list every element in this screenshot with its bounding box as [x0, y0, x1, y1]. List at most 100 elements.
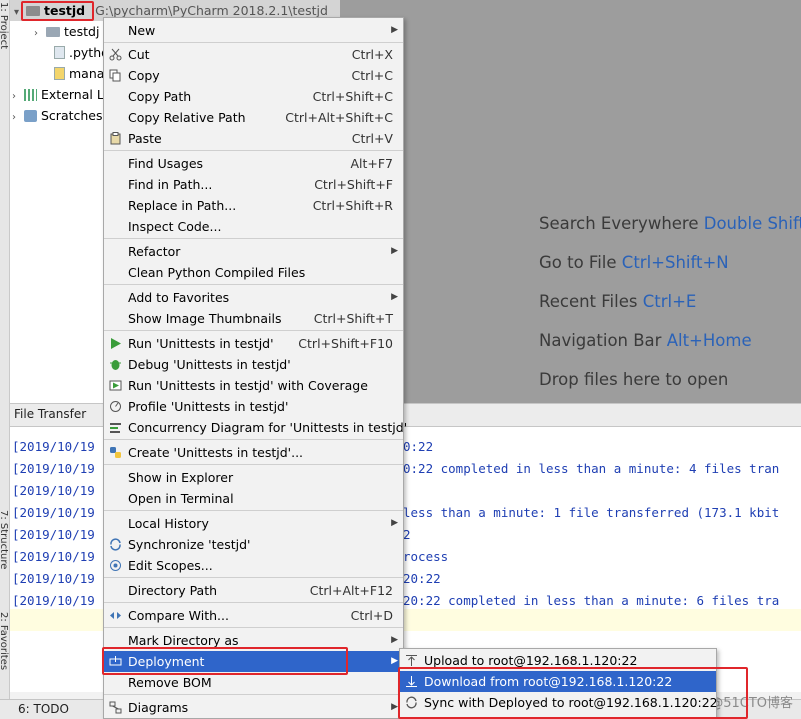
debug-icon: [110, 360, 121, 370]
scissors-icon: [109, 48, 122, 61]
menu-item-profile-unittests[interactable]: Profile 'Unittests in testjd': [104, 396, 403, 417]
structure-side-tab[interactable]: 7: Structure: [0, 510, 9, 569]
tree-item-label: External L: [41, 87, 104, 102]
log-line-tail: 0:22 completed in less than a minute: 4 …: [403, 461, 780, 476]
log-line-date: [2019/10/19: [12, 549, 95, 564]
project-root-name: testjd: [44, 3, 86, 18]
log-line-date: [2019/10/19: [12, 439, 95, 454]
chevron-right-icon: ▶: [391, 702, 398, 712]
chevron-right-icon[interactable]: ›: [12, 107, 24, 128]
left-tool-strip: 1: Project 7: Structure 2: Favorites: [0, 0, 10, 719]
paste-icon: [110, 132, 121, 145]
submenu-item-sync-with-deployed[interactable]: Sync with Deployed to root@192.168.1.120…: [400, 692, 718, 713]
menu-item-paste[interactable]: Paste Ctrl+V: [104, 128, 403, 149]
deployment-submenu: Upload to root@192.168.1.120:22 Download…: [399, 648, 718, 719]
menu-item-concurrency-diagram[interactable]: Concurrency Diagram for 'Unittests in te…: [104, 417, 407, 438]
tree-item-scratches[interactable]: › Scratches: [12, 105, 103, 126]
scope-icon: [110, 560, 121, 571]
menu-item-copy-relative-path[interactable]: Copy Relative Path Ctrl+Alt+Shift+C: [104, 107, 403, 128]
sync-icon: [406, 696, 417, 709]
chevron-right-icon[interactable]: ›: [12, 86, 24, 107]
chevron-right-icon: ▶: [391, 518, 398, 528]
hint-drop-files: Drop files here to open: [539, 370, 729, 389]
tree-item[interactable]: › testdj: [34, 21, 99, 42]
menu-item-deployment[interactable]: Deployment ▶: [104, 651, 403, 672]
hint-navigation-bar: Navigation Bar Alt+Home: [539, 331, 752, 350]
menu-item-debug-unittests[interactable]: Debug 'Unittests in testjd': [104, 354, 403, 375]
chevron-right-icon: ▶: [391, 246, 398, 256]
upload-icon: [406, 655, 417, 666]
chevron-down-icon[interactable]: ▾: [14, 2, 26, 23]
download-icon: [406, 676, 417, 687]
chevron-right-icon: ▶: [391, 292, 398, 302]
menu-item-refactor[interactable]: Refactor ▶: [104, 241, 403, 262]
chevron-right-icon: ▶: [391, 635, 398, 645]
favorites-side-tab[interactable]: 2: Favorites: [0, 612, 9, 670]
concurrency-icon: [110, 423, 121, 433]
menu-item-edit-scopes[interactable]: Edit Scopes...: [104, 555, 403, 576]
library-icon: [24, 89, 37, 101]
log-line-tail: less than a minute: 1 file transferred (…: [403, 505, 780, 520]
sync-icon: [110, 538, 121, 551]
menu-item-show-in-explorer[interactable]: Show in Explorer: [104, 467, 403, 488]
tree-item-external-libraries[interactable]: › External L: [12, 84, 104, 105]
tree-item[interactable]: mana: [54, 63, 104, 84]
menu-item-copy-path[interactable]: Copy Path Ctrl+Shift+C: [104, 86, 403, 107]
log-line-date: [2019/10/19: [12, 461, 95, 476]
folder-icon: [46, 27, 60, 37]
log-line-tail: rocess: [403, 549, 449, 564]
menu-item-replace-in-path[interactable]: Replace in Path... Ctrl+Shift+R: [104, 195, 403, 216]
chevron-right-icon: ▶: [391, 25, 398, 35]
menu-item-inspect-code[interactable]: Inspect Code...: [104, 216, 403, 237]
menu-item-find-in-path[interactable]: Find in Path... Ctrl+Shift+F: [104, 174, 403, 195]
hint-recent-files: Recent Files Ctrl+E: [539, 292, 697, 311]
menu-item-find-usages[interactable]: Find Usages Alt+F7: [104, 153, 403, 174]
menu-item-compare-with[interactable]: Compare With... Ctrl+D: [104, 605, 403, 626]
menu-item-run-with-coverage[interactable]: Run 'Unittests in testjd' with Coverage: [104, 375, 403, 396]
scratches-icon: [24, 110, 37, 122]
menu-item-create-unittests[interactable]: Create 'Unittests in testjd'...: [104, 442, 403, 463]
project-root-path: G:\pycharm\PyCharm 2018.2.1\testjd: [95, 3, 328, 18]
menu-item-run-unittests[interactable]: Run 'Unittests in testjd' Ctrl+Shift+F10: [104, 333, 403, 354]
menu-item-diagrams[interactable]: Diagrams ▶: [104, 697, 403, 718]
file-icon: [54, 46, 65, 59]
menu-item-mark-directory-as[interactable]: Mark Directory as ▶: [104, 630, 403, 651]
log-line-date: [2019/10/19: [12, 527, 95, 542]
menu-item-synchronize[interactable]: Synchronize 'testjd': [104, 534, 403, 555]
chevron-right-icon: ▶: [391, 656, 398, 666]
tree-item-label: mana: [69, 66, 105, 81]
submenu-item-download[interactable]: Download from root@192.168.1.120:22: [400, 671, 716, 692]
chevron-right-icon[interactable]: ›: [34, 23, 46, 44]
diagram-icon: [109, 701, 122, 714]
tree-item-label: Scratches: [41, 108, 103, 123]
coverage-icon: [109, 380, 122, 391]
log-line-date: [2019/10/19: [12, 593, 95, 608]
python-file-icon: [54, 67, 65, 80]
run-icon: [111, 338, 121, 349]
hint-search-everywhere: Search Everywhere Double Shift: [539, 214, 801, 233]
menu-item-directory-path[interactable]: Directory Path Ctrl+Alt+F12: [104, 580, 403, 601]
submenu-item-upload[interactable]: Upload to root@192.168.1.120:22: [400, 650, 716, 671]
tree-item-label: testdj: [64, 24, 100, 39]
menu-item-show-image-thumbnails[interactable]: Show Image Thumbnails Ctrl+Shift+T: [104, 308, 403, 329]
log-line-tail: 20:22 completed in less than a minute: 6…: [403, 593, 780, 608]
watermark: @51CTO博客: [710, 696, 793, 711]
log-line-date: [2019/10/19: [12, 483, 95, 498]
project-side-tab[interactable]: 1: Project: [0, 2, 9, 49]
python-icon: [110, 447, 121, 458]
context-menu: New ▶ Cut Ctrl+X Copy Ctrl+C Copy Path Ctrl+…: [103, 17, 407, 719]
todo-tool-button[interactable]: 6: TODO: [18, 702, 69, 716]
menu-item-open-in-terminal[interactable]: Open in Terminal: [104, 488, 403, 509]
deployment-icon: [109, 656, 122, 666]
tree-item[interactable]: .pytho: [54, 42, 109, 63]
menu-item-clean-python-compiled[interactable]: Clean Python Compiled Files: [104, 262, 403, 283]
menu-item-cut[interactable]: Cut Ctrl+X: [104, 44, 403, 65]
log-line-tail: 2: [403, 527, 411, 542]
tab-file-transfer[interactable]: File Transfer: [14, 407, 86, 421]
menu-item-copy[interactable]: Copy Ctrl+C: [104, 65, 403, 86]
menu-item-remove-bom[interactable]: Remove BOM: [104, 672, 403, 693]
menu-item-new[interactable]: New ▶: [104, 20, 403, 41]
compare-icon: [110, 612, 121, 619]
menu-item-add-to-favorites[interactable]: Add to Favorites ▶: [104, 287, 403, 308]
menu-item-local-history[interactable]: Local History ▶: [104, 513, 403, 534]
